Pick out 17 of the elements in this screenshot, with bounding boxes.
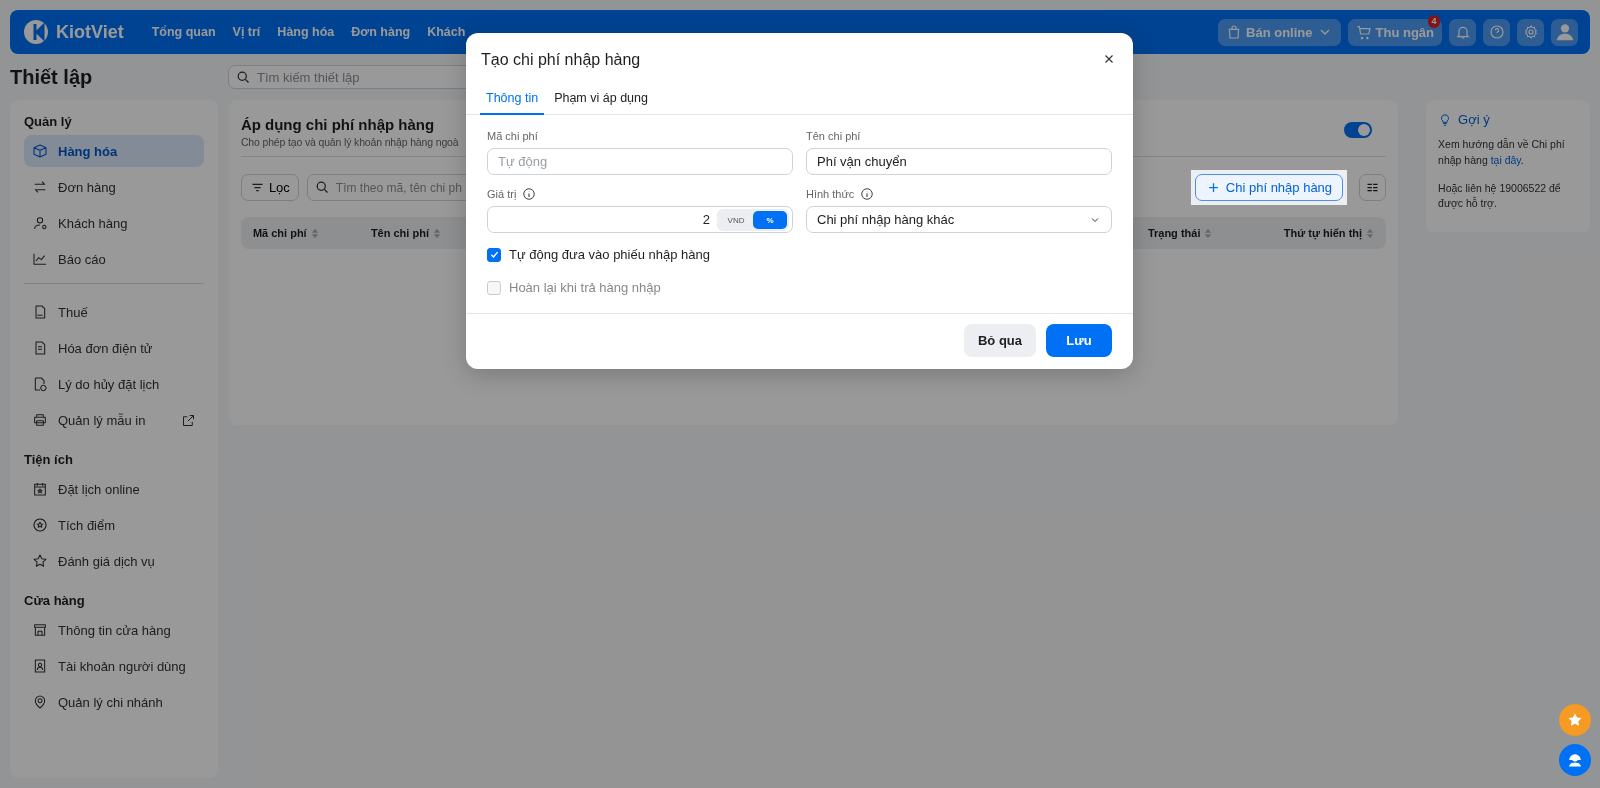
brand-name: KiotViet bbox=[56, 21, 124, 43]
section-description: Cho phép tạo và quản lý khoản nhập hàng ngoà bbox=[240, 136, 459, 148]
page-title: Thiết lập bbox=[10, 65, 94, 89]
field-label: Hình thức bbox=[806, 188, 855, 200]
field-label: Tên chi phí bbox=[806, 129, 862, 143]
field-label: Giá trị bbox=[487, 188, 517, 200]
section-heading: Cửa hàng bbox=[24, 592, 86, 610]
checkbox-label: Tự động đưa vào phiếu nhập hàng bbox=[509, 247, 710, 262]
section-heading: Tiện ích bbox=[24, 451, 74, 469]
checkbox-label: Hoàn lại khi trả hàng nhập bbox=[509, 280, 661, 295]
section-title: Áp dụng chi phí nhập hàng bbox=[240, 116, 436, 133]
section-heading: Quản lý bbox=[24, 113, 73, 131]
hint-title: Gợi ý bbox=[1458, 112, 1490, 127]
hint-text: Xem hướng dẫn về Chi phí nhập hàng tại đây. bbox=[1438, 137, 1566, 168]
notification-count: 4 bbox=[1428, 14, 1440, 28]
field-label: Mã chi phí bbox=[487, 129, 539, 143]
contact-text: Hoặc liên hệ 19006522 để được hỗ trợ. bbox=[1438, 180, 1562, 212]
